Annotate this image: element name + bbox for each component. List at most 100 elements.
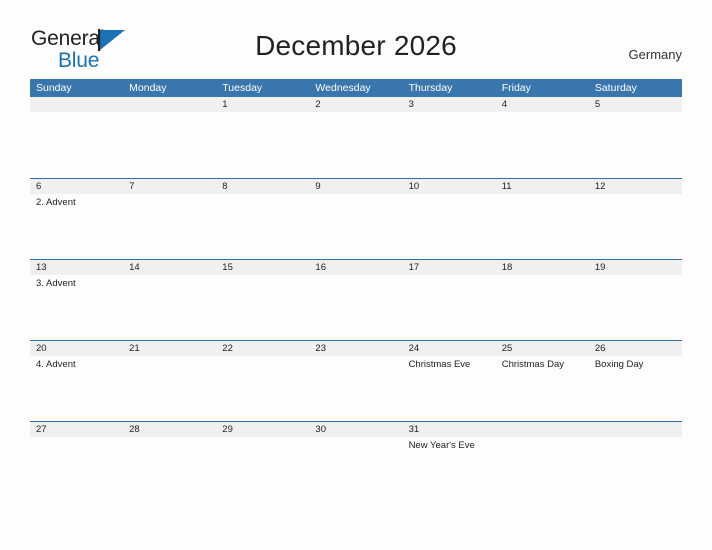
day-number: 8 [216,179,310,194]
day-events [496,437,589,440]
day-number: 30 [309,422,403,437]
calendar-day-cell[interactable]: 26 Boxing Day [588,341,682,421]
day-events [309,437,402,440]
day-number: 26 [588,341,682,356]
day-events [123,275,216,278]
day-events [309,194,402,197]
calendar-day-cell[interactable]: 3 [402,97,496,178]
calendar-day-cell[interactable]: 15 [216,260,310,340]
day-events: 2. Advent [30,194,123,209]
calendar-day-cell[interactable]: 8 [216,179,310,259]
calendar-page: General Blue December 2026 Germany Sunda… [0,0,712,550]
day-number: 28 [123,422,217,437]
calendar-day-cell[interactable]: 7 [123,179,217,259]
day-events [309,112,402,115]
day-events [123,437,216,440]
calendar-day-cell[interactable]: 5 [588,97,682,178]
calendar-day-cell[interactable]: 21 [123,341,217,421]
day-number: 18 [495,260,589,275]
day-number: 21 [123,341,217,356]
calendar-day-cell-empty [30,97,124,178]
weekday-header-sunday: Sunday [36,82,72,94]
day-events [30,112,123,115]
calendar-day-cell[interactable]: 27 [30,422,124,502]
calendar-day-cell[interactable]: 6 2. Advent [30,179,124,259]
day-number: 10 [402,179,496,194]
day-number: 17 [402,260,496,275]
calendar-day-cell[interactable]: 11 [495,179,589,259]
day-number: 5 [588,97,682,112]
calendar-day-cell[interactable]: 28 [123,422,217,502]
weekday-header-wednesday: Wednesday [315,82,371,94]
day-number [30,97,124,112]
day-number: 11 [495,179,589,194]
day-events [216,356,309,359]
week-days: 27 28 29 30 31 New Year's Eve [30,422,682,502]
calendar-day-cell[interactable]: 9 [309,179,403,259]
weekday-header-row: Sunday Monday Tuesday Wednesday Thursday Frid… [30,79,682,97]
day-events: Christmas Day [496,356,589,371]
day-events [216,275,309,278]
holiday-label: Boxing Day [594,359,644,370]
calendar-day-cell[interactable]: 17 [402,260,496,340]
weekday-header-thursday: Thursday [408,82,453,94]
weekday-header-tuesday: Tuesday [222,82,263,94]
day-number [123,97,217,112]
day-events [589,275,682,278]
holiday-label: 3. Advent [36,278,76,289]
calendar-day-cell[interactable]: 2 [309,97,403,178]
calendar-day-cell[interactable]: 19 [588,260,682,340]
calendar-day-cell[interactable]: 31 New Year's Eve [402,422,496,502]
holiday-label: Christmas Day [501,359,564,370]
calendar-day-cell[interactable]: 18 [495,260,589,340]
calendar-day-cell[interactable]: 1 [216,97,310,178]
calendar-day-cell[interactable]: 14 [123,260,217,340]
calendar-grid: Sunday Monday Tuesday Wednesday Thursday Frid… [30,79,682,502]
calendar-day-cell[interactable]: 4 [495,97,589,178]
holiday-label: New Year's Eve [408,440,475,451]
day-number: 20 [30,341,124,356]
day-number: 31 [402,422,496,437]
calendar-week-row: 12345 [30,97,682,178]
day-number: 13 [30,260,124,275]
calendar-day-cell[interactable]: 29 [216,422,310,502]
day-number: 23 [309,341,403,356]
holiday-label: Christmas Eve [408,359,471,370]
day-number: 4 [495,97,589,112]
day-events [496,275,589,278]
calendar-day-cell[interactable]: 25 Christmas Day [495,341,589,421]
calendar-day-cell[interactable]: 24 Christmas Eve [402,341,496,421]
calendar-day-cell[interactable]: 22 [216,341,310,421]
calendar-day-cell-empty [495,422,589,502]
calendar-day-cell-empty [588,422,682,502]
week-days: 20 4. Advent 21 22 23 24 Christmas Eve 25 Christ… [30,341,682,421]
calendar-day-cell[interactable]: 30 [309,422,403,502]
calendar-day-cell[interactable]: 20 4. Advent [30,341,124,421]
day-number: 24 [402,341,496,356]
week-days: 13 3. Advent 14 15 16 17 18 19 [30,260,682,340]
day-number: 22 [216,341,310,356]
day-events [403,275,496,278]
calendar-day-cell[interactable]: 23 [309,341,403,421]
day-events [496,194,589,197]
day-events [216,194,309,197]
calendar-day-cell[interactable]: 16 [309,260,403,340]
day-number: 29 [216,422,310,437]
day-number [495,422,589,437]
day-events: Christmas Eve [403,356,496,371]
day-events [309,356,402,359]
day-events [123,356,216,359]
calendar-weeks: 1 2 3 4 5 6 2. Advent 7 8 9 10 11 12 13 3. Advent 14 15 1… [30,97,682,502]
day-number: 27 [30,422,124,437]
calendar-day-cell[interactable]: 13 3. Advent [30,260,124,340]
calendar-day-cell[interactable]: 12 [588,179,682,259]
day-events [309,275,402,278]
day-events [30,437,123,440]
holiday-label: 4. Advent [36,359,76,370]
day-number: 6 [30,179,124,194]
day-events [589,437,682,440]
day-number: 19 [588,260,682,275]
calendar-day-cell[interactable]: 10 [402,179,496,259]
day-number: 2 [309,97,403,112]
day-events [403,112,496,115]
